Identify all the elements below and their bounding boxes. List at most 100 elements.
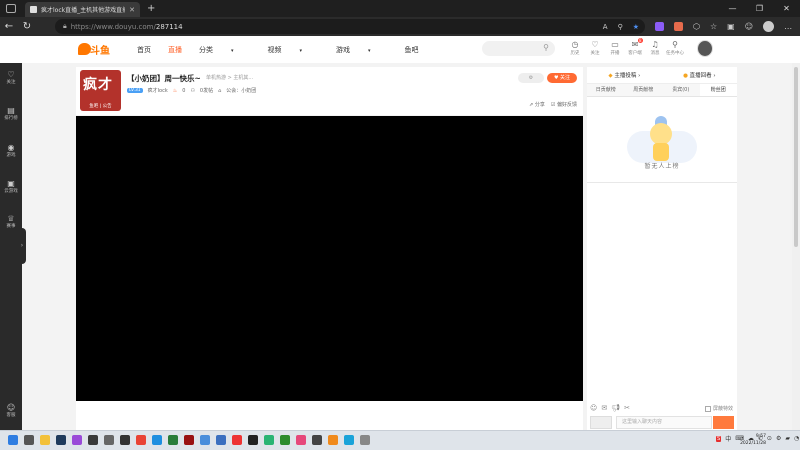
app-icon[interactable]: [344, 435, 354, 445]
wifi-icon[interactable]: ◔: [794, 435, 799, 442]
search-input[interactable]: ⚲: [482, 41, 555, 56]
chrome-icon[interactable]: [136, 435, 146, 445]
mail-icon[interactable]: ✉: [601, 404, 607, 412]
app-icon[interactable]: [264, 435, 274, 445]
file-explorer-icon[interactable]: [40, 435, 50, 445]
video-player[interactable]: [76, 116, 583, 401]
app-icon[interactable]: [88, 435, 98, 445]
chat-badge-thumb[interactable]: [590, 416, 612, 429]
replay-tab[interactable]: ● 直播回看 ›: [683, 71, 716, 79]
sidebar-item-support[interactable]: ☺ 客服: [0, 403, 22, 418]
app-icon[interactable]: [120, 435, 130, 445]
favorites-icon[interactable]: ☆: [710, 22, 717, 31]
maximize-button[interactable]: ❐: [746, 0, 773, 17]
chat-input[interactable]: 这里输入聊天内容: [616, 416, 712, 429]
app-icon[interactable]: [200, 435, 210, 445]
tab-weekly-rank[interactable]: 周贡献榜: [625, 84, 663, 96]
app-icon[interactable]: [328, 435, 338, 445]
send-button[interactable]: [713, 416, 734, 429]
app-icon[interactable]: [168, 435, 178, 445]
settings-icon[interactable]: ⚙: [776, 435, 781, 442]
emoji-icon[interactable]: ☺: [590, 404, 597, 412]
scissors-icon[interactable]: ✂: [624, 404, 630, 412]
nav-home[interactable]: 首页: [137, 45, 151, 55]
settings-pill[interactable]: ⚙: [518, 73, 544, 83]
sidebar-item-games[interactable]: ◉ 游戏: [0, 143, 22, 158]
system-clock[interactable]: 9:57 2022/11/28: [740, 433, 766, 447]
horn-icon[interactable]: 📢︎: [611, 404, 620, 412]
more-menu-icon[interactable]: …: [784, 22, 792, 31]
sidebar-item-rank[interactable]: ▤ 排行榜: [0, 106, 22, 121]
url-field[interactable]: 🔒︎ https://www.douyu.com/287114 A ⚲ ★: [55, 19, 645, 34]
extension-icon[interactable]: [655, 22, 664, 31]
sidebar-item-events[interactable]: ♕ 赛事: [0, 214, 22, 229]
battery-icon[interactable]: ▰: [785, 435, 790, 442]
app-icon[interactable]: [296, 435, 306, 445]
anchor-posts-tab[interactable]: ◆ 主播投稿 ›: [608, 71, 640, 79]
sidebar-item-cloud-games[interactable]: ▣ 云游戏: [0, 179, 22, 194]
ime-icon[interactable]: S: [716, 435, 722, 442]
nav-yuba[interactable]: 鱼吧: [405, 45, 419, 55]
sidebar-item-follow[interactable]: ♡ 关注: [0, 70, 22, 85]
app-icon[interactable]: [72, 435, 82, 445]
read-aloud-icon[interactable]: A: [603, 23, 608, 31]
page-scrollbar[interactable]: [792, 63, 800, 430]
profile-icon[interactable]: ☺: [745, 22, 753, 31]
follow-button[interactable]: ♥ 关注: [547, 73, 577, 83]
app-icon[interactable]: [104, 435, 114, 445]
tab-daily-rank[interactable]: 日贡献榜: [587, 84, 625, 96]
close-tab-icon[interactable]: ✕: [129, 6, 135, 14]
tab-fan-club[interactable]: 粉丝团: [699, 84, 737, 96]
back-icon[interactable]: ←: [0, 21, 18, 32]
close-window-button[interactable]: ✕: [773, 0, 800, 17]
collections-icon[interactable]: ▣: [727, 22, 735, 31]
nav-video[interactable]: 视频 ▾: [268, 45, 320, 55]
streamer-avatar[interactable]: 疯才 鱼吧 | 公告: [80, 70, 121, 111]
nav-category[interactable]: 分类 ▾: [199, 45, 251, 55]
block-gift-checkbox[interactable]: [704, 405, 711, 412]
nav-games[interactable]: 游戏 ▾: [336, 45, 388, 55]
block-gift-effects[interactable]: 屏蔽特效: [704, 405, 733, 412]
app-icon[interactable]: [216, 435, 226, 445]
tab-actions-icon[interactable]: [6, 4, 16, 13]
tab-vip[interactable]: 贵宾(0): [662, 84, 700, 96]
reload-icon[interactable]: ↻: [18, 21, 36, 32]
task-center-button[interactable]: ⚲ 任务中心: [665, 40, 685, 56]
history-button[interactable]: ◷ 历史: [565, 40, 585, 56]
app-icon[interactable]: [360, 435, 370, 445]
minimize-button[interactable]: —: [719, 0, 746, 17]
messages-button[interactable]: ♫ 消息: [645, 40, 665, 56]
windows-start-icon[interactable]: [8, 435, 18, 445]
client-button[interactable]: ✉ 客户端 8: [625, 38, 645, 56]
profile-avatar[interactable]: [763, 21, 775, 32]
start-stream-button[interactable]: ▭ 开播: [605, 40, 625, 56]
app-icon[interactable]: [312, 435, 322, 445]
search-icon[interactable]: ⚲: [543, 43, 549, 52]
feedback-button[interactable]: ☑ 偏好反馈: [551, 101, 577, 108]
extension-icon[interactable]: [674, 22, 683, 31]
favorite-star-icon[interactable]: ★: [633, 23, 639, 31]
app-icon[interactable]: [232, 435, 242, 445]
scrollbar-thumb[interactable]: [794, 67, 798, 247]
edge-icon[interactable]: [152, 435, 162, 445]
share-button[interactable]: ⇗ 分享: [529, 101, 545, 108]
ime-mode-icon[interactable]: 中: [725, 434, 731, 443]
sidebar-toggle[interactable]: ›: [18, 228, 26, 264]
xbox-icon[interactable]: [280, 435, 290, 445]
extensions-puzzle-icon[interactable]: ⬡: [693, 22, 700, 31]
app-icon[interactable]: [184, 435, 194, 445]
browser-tab[interactable]: 疯才lock直播_主机其他游戏直播 ✕: [25, 2, 140, 17]
app-icon[interactable]: [24, 435, 34, 445]
app-icon[interactable]: [56, 435, 66, 445]
douyu-logo[interactable]: 斗鱼: [78, 42, 110, 57]
streamer-name[interactable]: 疯才lock: [148, 87, 168, 94]
tray-app-icon[interactable]: ⊙: [767, 435, 772, 442]
gift-bar: [76, 401, 583, 430]
user-avatar[interactable]: [697, 40, 713, 57]
room-category[interactable]: 单机热游 > 主机其...: [206, 74, 253, 81]
new-tab-button[interactable]: +: [147, 3, 155, 14]
follow-list-button[interactable]: ♡ 关注: [585, 40, 605, 56]
app-icon[interactable]: [248, 435, 258, 445]
nav-live[interactable]: 直播: [168, 45, 182, 55]
zoom-icon[interactable]: ⚲: [618, 23, 623, 31]
